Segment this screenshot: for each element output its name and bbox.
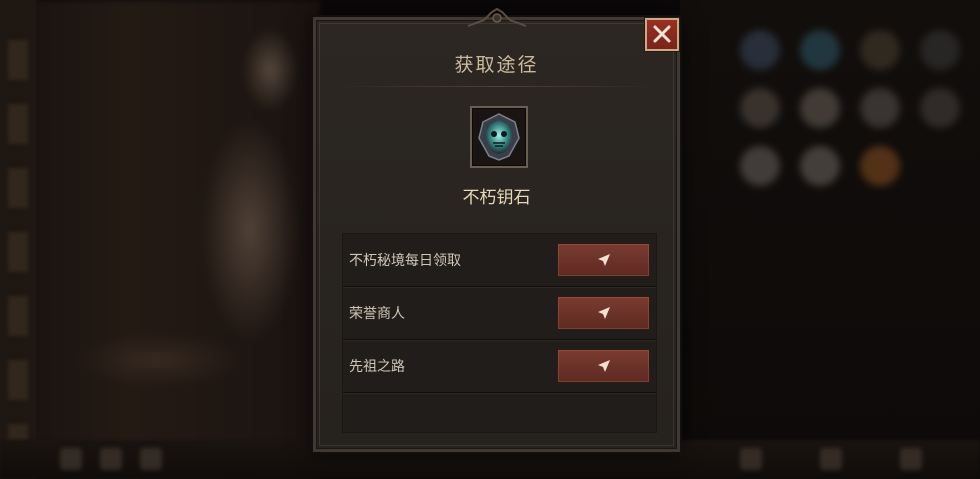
go-button[interactable] — [557, 349, 650, 383]
navigate-arrow-icon — [598, 254, 610, 266]
ornament-icon — [467, 8, 527, 27]
inventory-slot — [800, 30, 840, 70]
source-label: 先祖之路 — [349, 359, 405, 375]
left-menu-strip — [0, 0, 36, 479]
source-label: 荣誉商人 — [349, 306, 405, 322]
menu-icon — [740, 448, 762, 470]
item-icon-frame[interactable] — [470, 106, 528, 168]
inventory-slot — [800, 88, 840, 128]
list-item: 不朽秘境每日领取 — [343, 234, 656, 288]
inventory-slot — [860, 88, 900, 128]
inventory-slot — [920, 88, 960, 128]
inventory-slot — [920, 30, 960, 70]
dialog-title: 获取途径 — [454, 54, 539, 76]
navigate-arrow-icon — [598, 360, 610, 372]
character-backdrop — [0, 0, 320, 479]
close-button[interactable] — [645, 18, 679, 51]
menu-icon — [140, 448, 162, 470]
inventory-slot — [740, 30, 780, 70]
source-list: 不朽秘境每日领取 荣誉商人 先祖之路 — [342, 233, 657, 433]
menu-icon — [60, 448, 82, 470]
menu-icon — [900, 448, 922, 470]
inventory-backdrop — [680, 0, 980, 479]
navigate-arrow-icon — [598, 307, 610, 319]
inventory-slot — [860, 30, 900, 70]
go-button[interactable] — [557, 296, 650, 330]
source-label: 不朽秘境每日领取 — [349, 253, 461, 269]
close-icon — [653, 25, 671, 43]
list-item: 先祖之路 — [343, 340, 656, 394]
inventory-slot — [740, 88, 780, 128]
item-name: 不朽钥石 — [462, 188, 531, 208]
immortal-keystone-icon — [478, 113, 520, 161]
list-item: 荣誉商人 — [343, 287, 656, 341]
inventory-slot — [860, 146, 900, 186]
inventory-slot — [740, 146, 780, 186]
menu-icon — [100, 448, 122, 470]
acquisition-dialog: 获取途径 不朽钥石 不朽秘境每日领取 荣誉商人 先祖之路 — [313, 8, 680, 452]
title-divider — [336, 86, 657, 87]
go-button[interactable] — [557, 243, 650, 277]
menu-icon — [820, 448, 842, 470]
inventory-slot — [800, 146, 840, 186]
